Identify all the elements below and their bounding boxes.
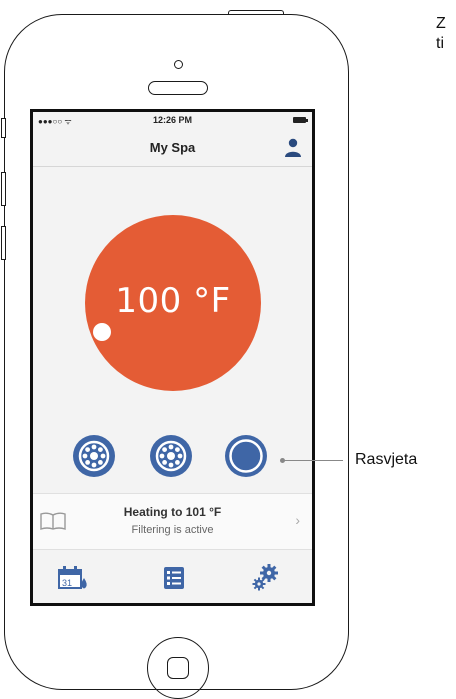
home-button[interactable] — [147, 637, 209, 699]
volume-up-button — [1, 172, 6, 206]
filtering-status: Filtering is active — [131, 524, 214, 536]
corner-text-line-1: Z — [436, 15, 446, 32]
battery-icon — [293, 117, 308, 123]
status-bar: ●●●○○ ᯤ 12:26 PM — [33, 112, 312, 130]
jets-1-button[interactable] — [73, 435, 115, 477]
home-button-square — [167, 657, 189, 679]
corner-text: Z ti — [436, 14, 446, 54]
light-button[interactable] — [225, 435, 267, 477]
app-screen: ●●●○○ ᯤ 12:26 PM My Spa 100 °F Heating t… — [30, 109, 315, 606]
heating-status: Heating to 101 °F — [123, 505, 222, 519]
corner-text-line-2: ti — [436, 35, 444, 52]
gears-icon[interactable] — [249, 562, 281, 594]
jets-icon — [78, 440, 110, 472]
temperature-dial[interactable]: 100 °F — [85, 215, 261, 391]
jets-icon — [155, 440, 187, 472]
light-callout-label: Rasvjeta — [355, 451, 418, 468]
calendar-day: 31 — [62, 578, 72, 588]
list-icon[interactable] — [158, 562, 190, 594]
tab-bar: 31 — [33, 552, 312, 603]
status-time: 12:26 PM — [152, 115, 193, 125]
status-info-bar[interactable]: Heating to 101 °F Filtering is active › — [33, 493, 312, 550]
mute-switch — [1, 118, 6, 138]
volume-down-button — [1, 226, 6, 260]
temperature-value: 100 °F — [115, 281, 231, 321]
calendar-icon[interactable]: 31 — [57, 562, 89, 594]
page-title: My Spa — [149, 140, 196, 155]
jets-2-button[interactable] — [150, 435, 192, 477]
speaker — [148, 81, 208, 95]
temperature-handle[interactable] — [93, 323, 111, 341]
light-icon — [229, 439, 263, 473]
title-bar: My Spa — [33, 130, 312, 167]
camera — [174, 60, 183, 69]
chevron-right-icon[interactable]: › — [295, 512, 300, 528]
profile-icon[interactable] — [284, 138, 302, 158]
callout-line — [283, 460, 343, 461]
